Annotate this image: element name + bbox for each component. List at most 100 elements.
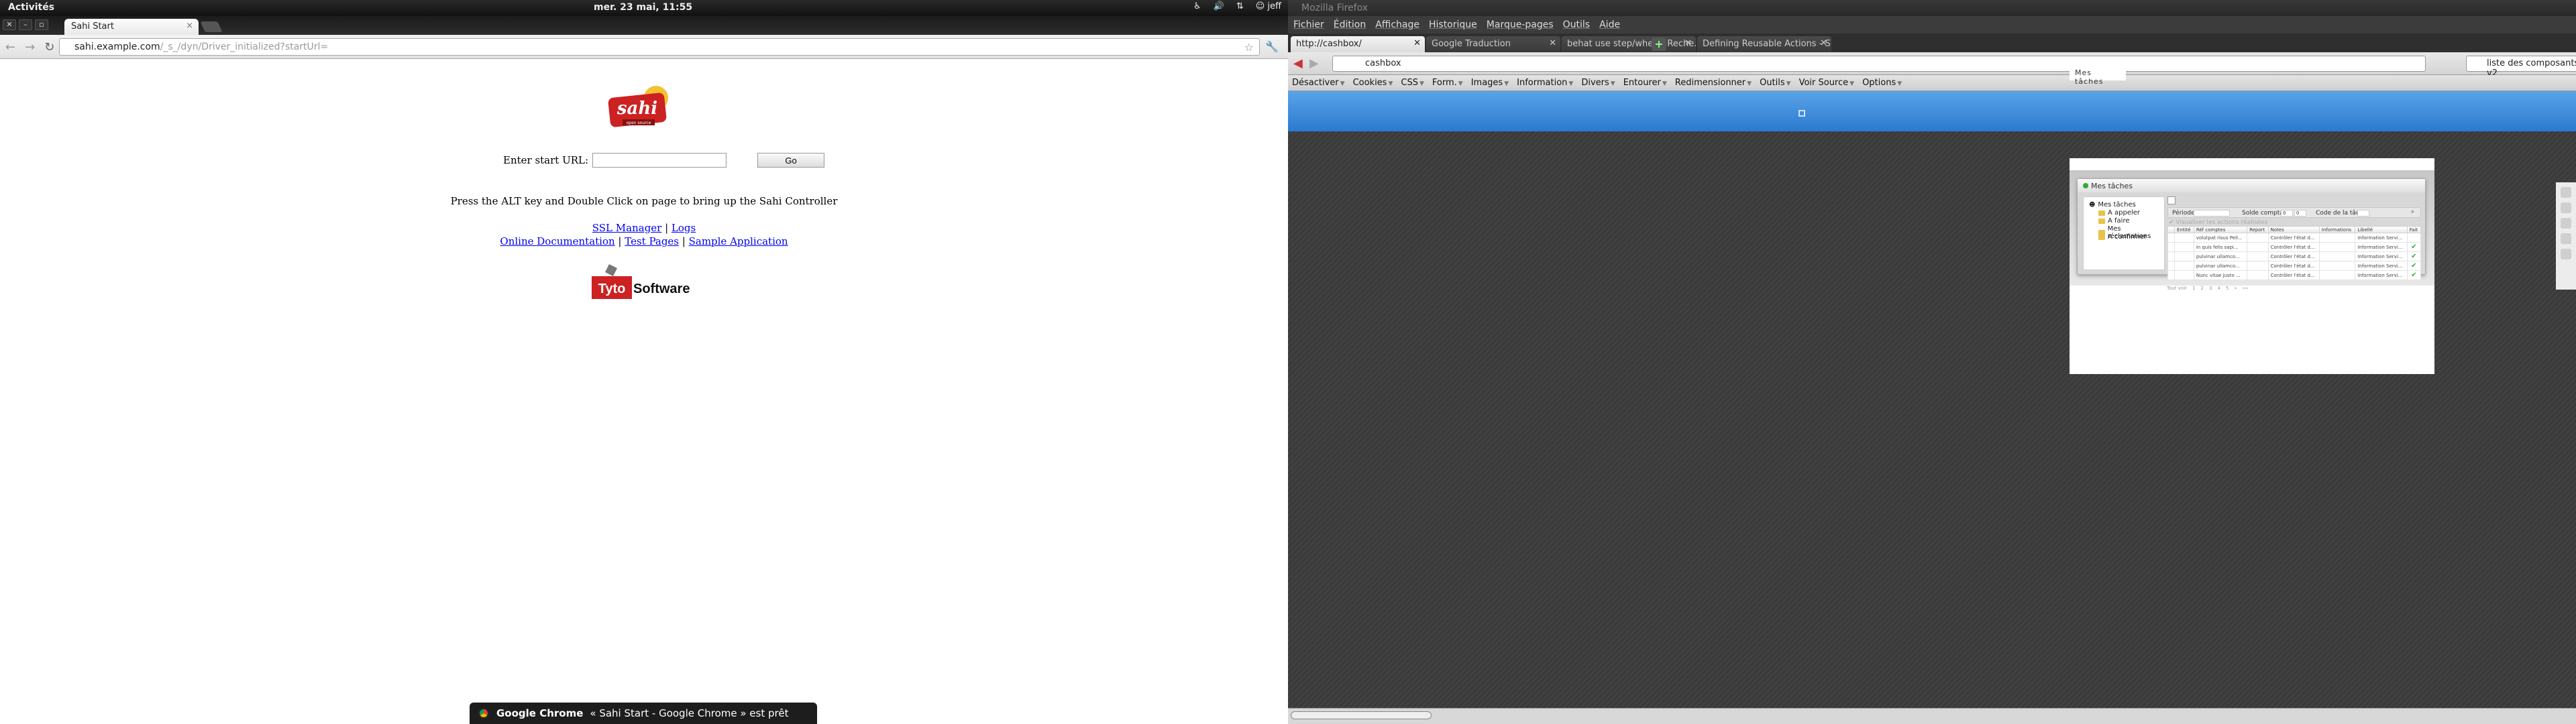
column-header-fait[interactable]: Fait <box>2406 226 2422 233</box>
network-icon[interactable]: ⇅ <box>1236 1 1244 11</box>
table-row[interactable]: pulvinar ullamco... Contrôler l'état d...… <box>2167 261 2422 271</box>
forward-icon[interactable]: ▶ <box>1309 56 1319 70</box>
solde-to-input[interactable]: 0 <box>2294 210 2306 217</box>
tab-mes-taches[interactable]: Mes tâches <box>2070 66 2126 86</box>
tab-behat[interactable]: behat use step/when - Reche... ✕ <box>1562 36 1696 52</box>
pager-next[interactable]: » <box>2234 286 2237 291</box>
column-header-ref-comptes[interactable]: Réf comptes <box>2193 226 2248 233</box>
menu-edition[interactable]: Édition <box>1334 19 1366 30</box>
back-icon[interactable]: ◀ <box>1293 56 1303 70</box>
wd-information[interactable]: Information ▼ <box>1517 78 1573 88</box>
dock-tool-icon[interactable] <box>2561 249 2571 259</box>
wd-entourer[interactable]: Entourer ▼ <box>1623 78 1667 88</box>
url-bar[interactable]: cashbox <box>1332 56 2426 72</box>
new-tab-button[interactable] <box>200 21 223 32</box>
tab-google-traduction[interactable]: Google Traduction ✕ <box>1426 36 1560 52</box>
chrome-ready-notification[interactable]: Google Chrome « Sahi Start - Google Chro… <box>470 703 817 724</box>
column-header-informations[interactable]: Informations <box>2318 226 2356 233</box>
wd-desactiver[interactable]: Désactiver ▼ <box>1292 78 1345 88</box>
pager-page-5[interactable]: 5 <box>2226 286 2229 291</box>
dock-tool-icon[interactable] <box>2561 218 2571 229</box>
close-window-button[interactable]: ✕ <box>3 19 16 30</box>
tree-root[interactable]: ☻ Mes tâches <box>2089 201 2136 208</box>
wd-cookies[interactable]: Cookies ▼ <box>1353 78 1393 88</box>
online-documentation-link[interactable]: Online Documentation <box>500 235 614 247</box>
search-box[interactable]: liste des composants v2 <box>2466 56 2576 78</box>
menu-outils[interactable]: Outils <box>1563 19 1590 30</box>
pager-page-2[interactable]: 2 <box>2201 286 2204 291</box>
table-row[interactable]: volutpat risus Pell... Contrôler l'état d… <box>2167 233 2422 243</box>
wrench-menu-icon[interactable]: 🔧 <box>1265 40 1279 53</box>
tab-cashbox[interactable]: http://cashbox/ ✕ <box>1291 36 1425 52</box>
menu-historique[interactable]: Historique <box>1429 19 1477 30</box>
menu-aide[interactable]: Aide <box>1599 19 1620 30</box>
code-input[interactable] <box>2357 210 2369 217</box>
tree-item-a-appeler[interactable]: A appeler <box>2098 209 2140 217</box>
table-row[interactable]: in quis felis sapi... Contrôler l'état d.… <box>2167 242 2422 252</box>
tab-reusable-actions[interactable]: Defining Reusable Actions - S... ✕ <box>1697 36 1831 52</box>
column-header-libelle[interactable]: Libellé <box>2355 226 2408 233</box>
periode-input[interactable] <box>2194 210 2230 217</box>
close-tab-icon[interactable]: × <box>186 21 193 31</box>
tree-item-a-confirmer[interactable]: A confirmer <box>2098 233 2147 241</box>
wd-divers[interactable]: Divers ▼ <box>1581 78 1615 88</box>
horizontal-scrollbar[interactable] <box>1291 711 1432 719</box>
pager-last[interactable]: »» <box>2243 286 2249 291</box>
wd-css[interactable]: CSS ▼ <box>1401 78 1424 88</box>
bookmark-star-icon[interactable]: ☆ <box>1244 41 1254 54</box>
new-tab-button[interactable]: + <box>1652 38 1666 51</box>
search-icon[interactable]: ⌕ <box>2411 208 2414 215</box>
clock[interactable]: mer. 23 mai, 11:55 <box>594 2 692 13</box>
sample-application-link[interactable]: Sample Application <box>689 235 788 247</box>
activities-button[interactable]: Activités <box>8 2 54 13</box>
solde-from-input[interactable]: 0 <box>2281 210 2293 217</box>
accessibility-icon[interactable]: ♿ <box>1193 1 1201 11</box>
wd-options[interactable]: Options ▼ <box>1862 78 1902 88</box>
volume-icon[interactable]: 🔊 <box>1214 1 1224 11</box>
wd-form[interactable]: Form. ▼ <box>1432 78 1463 88</box>
menu-marque-pages[interactable]: Marque-pages <box>1487 19 1554 30</box>
user-menu[interactable]: ☺ jeff <box>1256 1 1281 11</box>
start-url-row: Enter start URL: Go <box>503 153 825 168</box>
minimize-window-button[interactable]: – <box>19 19 32 30</box>
close-tab-icon[interactable]: ✕ <box>1549 38 1556 48</box>
dock-tool-icon[interactable] <box>2561 202 2571 213</box>
column-header-entite[interactable]: Entité <box>2174 226 2194 233</box>
pager-page-1[interactable]: 1 <box>2192 286 2195 291</box>
reload-icon[interactable]: ↻ <box>44 40 54 54</box>
window-header[interactable]: Mes tâches <box>2078 179 2425 192</box>
logs-link[interactable]: Logs <box>672 222 696 234</box>
forward-icon[interactable]: → <box>25 40 35 54</box>
dock-tool-icon[interactable] <box>2561 187 2571 198</box>
menu-affichage[interactable]: Affichage <box>1375 19 1419 30</box>
pager-page-4[interactable]: 4 <box>2217 286 2220 291</box>
table-row[interactable]: Nunc vitae justo ... Contrôler l'état d..… <box>2167 270 2422 280</box>
table-row[interactable]: pulvinar ullamco... Contrôler l'état d...… <box>2167 251 2422 261</box>
start-url-input[interactable] <box>592 153 727 168</box>
wd-outils[interactable]: Outils ▼ <box>1760 78 1791 88</box>
tab-label: http://cashbox/ <box>1296 39 1362 49</box>
close-tab-icon[interactable]: ✕ <box>1820 38 1827 48</box>
ssl-manager-link[interactable]: SSL Manager <box>592 222 662 234</box>
menu-fichier[interactable]: Fichier <box>1293 19 1324 30</box>
pager-page-3[interactable]: 3 <box>2209 286 2212 291</box>
header-icon[interactable] <box>1799 110 1805 117</box>
wd-redimensionner[interactable]: Redimensionner ▼ <box>1675 78 1752 88</box>
close-tab-icon[interactable]: ✕ <box>1684 38 1692 48</box>
address-bar[interactable]: sahi.example.com/_s_/dyn/Driver_initiali… <box>59 38 1260 56</box>
go-button[interactable]: Go <box>757 153 825 168</box>
pager-show-all[interactable]: Tout voir <box>2167 286 2187 291</box>
back-icon[interactable]: ← <box>5 40 15 54</box>
test-pages-link[interactable]: Test Pages <box>625 235 679 247</box>
close-tab-icon[interactable]: ✕ <box>1413 38 1421 48</box>
column-header-report[interactable]: Report <box>2247 226 2269 233</box>
wd-voir-source[interactable]: Voir Source ▼ <box>1799 78 1855 88</box>
tree-item-a-faire[interactable]: A faire <box>2098 217 2130 225</box>
chrome-tab-sahi-start[interactable]: Sahi Start × <box>64 19 199 35</box>
visualiser-actions-checkbox[interactable]: ✔ Visualiser les actions réalisées <box>2169 219 2267 226</box>
dock-tool-icon[interactable] <box>2561 233 2571 244</box>
column-header-notes[interactable]: Notes <box>2267 226 2320 233</box>
export-icon[interactable] <box>2167 196 2176 204</box>
wd-images[interactable]: Images ▼ <box>1471 78 1509 88</box>
maximize-window-button[interactable]: ▫ <box>35 19 48 30</box>
